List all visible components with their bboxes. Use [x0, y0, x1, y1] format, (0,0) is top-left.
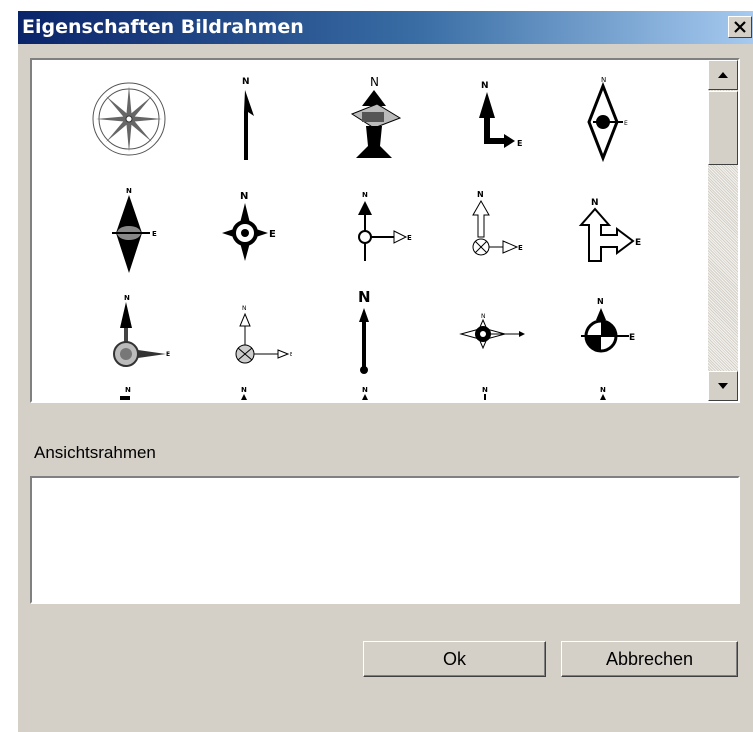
svg-text:N: N	[481, 81, 489, 91]
north-east-ornate-arrow-icon[interactable]: N E	[84, 288, 174, 378]
dialog-window: Eigenschaften Bildrahmen N N N E N E N E…	[17, 10, 753, 732]
window-title: Eigenschaften Bildrahmen	[22, 16, 304, 38]
svg-text:E: E	[635, 238, 641, 248]
scroll-up-icon	[718, 72, 728, 78]
svg-text:N: N	[242, 305, 247, 312]
svg-text:N: N	[601, 76, 606, 84]
north-east-bold-outline-arrow-icon[interactable]: N E	[557, 185, 647, 275]
north-arrow-3d-icon[interactable]: N	[322, 74, 412, 164]
svg-text:E: E	[152, 230, 157, 238]
svg-text:N: N	[591, 198, 599, 208]
compass-rose-icon[interactable]	[84, 74, 174, 164]
north-four-point-star-icon[interactable]: N	[437, 288, 527, 378]
scroll-down-button[interactable]	[708, 371, 738, 401]
close-icon	[734, 21, 746, 33]
svg-text:N: N	[125, 386, 131, 394]
scroll-down-icon	[718, 383, 728, 389]
north-circle-cross-icon[interactable]: N E	[202, 185, 292, 275]
title-bar[interactable]: Eigenschaften Bildrahmen	[18, 11, 753, 44]
frame-section-label: Ansichtsrahmen	[34, 443, 156, 462]
north-arrow-partial-icon[interactable]: N	[84, 378, 174, 401]
svg-text:N: N	[124, 294, 130, 302]
north-east-hatched-circle-icon[interactable]: N E	[202, 288, 292, 378]
svg-text:E: E	[517, 139, 522, 148]
svg-text:N: N	[600, 386, 606, 394]
north-arrow-partial-icon[interactable]: N	[437, 378, 527, 401]
svg-text:E: E	[629, 333, 635, 343]
north-diamond-filled-icon[interactable]: N E	[84, 185, 174, 275]
svg-text:E: E	[290, 352, 292, 358]
svg-text:E: E	[269, 229, 276, 240]
svg-text:E: E	[624, 120, 628, 127]
north-arrow-partial-icon[interactable]: N	[322, 378, 412, 401]
north-east-thin-arrow-icon[interactable]: N E	[322, 185, 412, 275]
symbol-gallery: N N N E N E N E N E N E N E N E N E N N …	[30, 58, 740, 403]
cancel-button[interactable]: Abbrechen	[561, 641, 738, 677]
svg-text:E: E	[518, 244, 523, 252]
svg-text:N: N	[240, 191, 248, 202]
north-east-outline-arrow-icon[interactable]: N E	[437, 185, 527, 275]
svg-text:N: N	[482, 386, 488, 394]
svg-text:N: N	[481, 313, 486, 320]
svg-text:N: N	[358, 288, 371, 306]
scroll-up-button[interactable]	[708, 60, 738, 90]
svg-text:N: N	[126, 187, 132, 195]
svg-text:N: N	[362, 386, 368, 394]
svg-text:E: E	[407, 234, 412, 242]
north-large-n-arrow-icon[interactable]: N	[322, 288, 412, 378]
close-button[interactable]	[728, 16, 752, 38]
vertical-scrollbar[interactable]	[708, 60, 738, 401]
svg-text:N: N	[362, 191, 368, 199]
north-east-arrow-icon[interactable]: N E	[437, 74, 527, 164]
symbol-gallery-viewport: N N N E N E N E N E N E N E N E N E N N …	[32, 60, 708, 401]
svg-text:N: N	[241, 386, 247, 394]
svg-text:N: N	[242, 77, 250, 87]
ok-button[interactable]: Ok	[363, 641, 546, 677]
view-frame-list[interactable]	[30, 476, 740, 604]
north-arrow-partial-icon[interactable]: N	[202, 378, 292, 401]
svg-text:N: N	[477, 190, 484, 199]
svg-text:N: N	[370, 75, 379, 89]
scrollbar-thumb[interactable]	[708, 91, 738, 165]
svg-text:N: N	[597, 297, 604, 306]
north-arrow-simple-icon[interactable]: N	[202, 74, 292, 164]
svg-text:E: E	[166, 351, 170, 358]
north-arrow-partial-icon[interactable]: N	[557, 378, 647, 401]
north-diamond-rose-icon[interactable]: N E	[557, 74, 647, 164]
north-checkered-circle-icon[interactable]: N E	[557, 288, 647, 378]
